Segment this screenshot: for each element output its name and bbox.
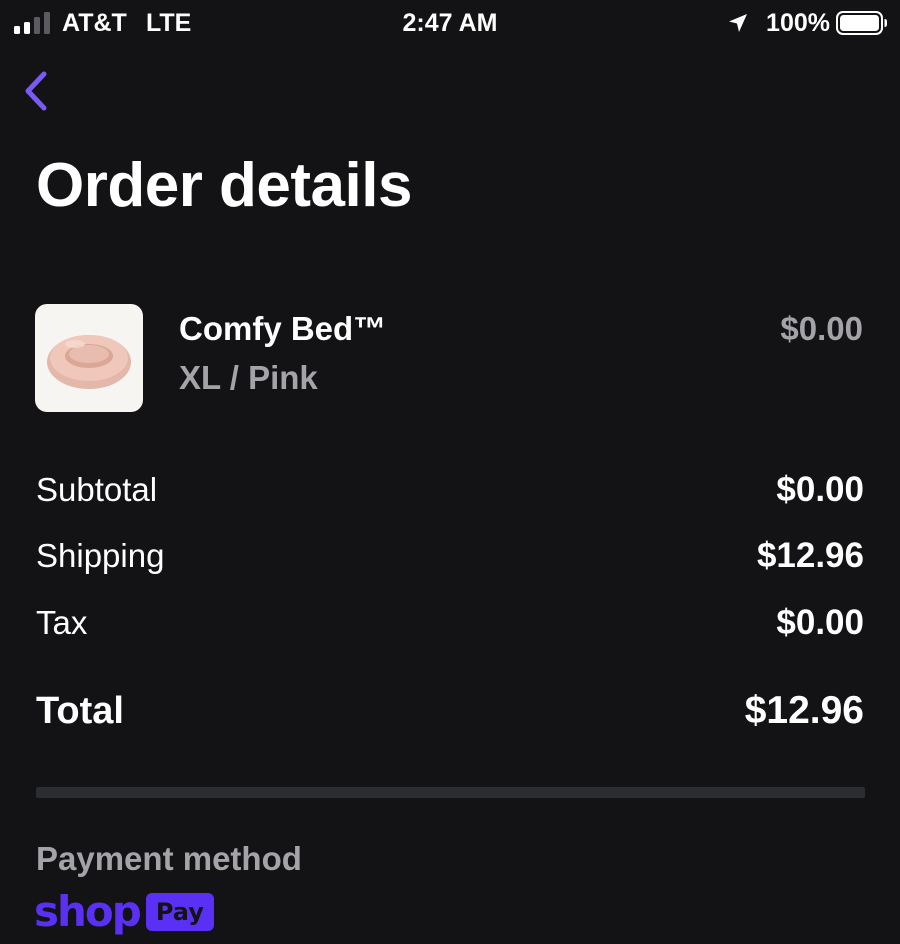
product-price: $0.00 (780, 310, 863, 347)
tax-value: $0.00 (776, 603, 864, 642)
payment-method-label: Payment method (36, 840, 302, 877)
shipping-label: Shipping (36, 537, 165, 574)
status-bar: AT&T LTE 2:47 AM 100% (0, 0, 900, 46)
total-value: $12.96 (744, 689, 864, 732)
subtotal-row: Subtotal $0.00 (36, 468, 864, 512)
pink-round-pet-bed-image (47, 335, 131, 389)
clock: 2:47 AM (402, 9, 498, 37)
total-row: Total $12.96 (36, 686, 864, 736)
shop-pay-badge: Pay (145, 893, 214, 931)
total-label: Total (36, 690, 124, 732)
subtotal-value: $0.00 (776, 470, 864, 509)
shipping-value: $12.96 (756, 536, 864, 575)
page-title: Order details (36, 151, 412, 220)
tax-row: Tax $0.00 (36, 601, 864, 645)
location-arrow-icon (729, 14, 747, 32)
product-variant: XL / Pink (179, 359, 318, 396)
product-name: Comfy Bed™ (179, 310, 387, 347)
shop-pay-logo: shop Pay (34, 890, 214, 934)
section-divider (36, 787, 865, 798)
order-details-screen: AT&T LTE 2:47 AM 100% Order details Comf… (0, 0, 900, 944)
tax-label: Tax (36, 604, 88, 641)
battery-icon (836, 11, 887, 35)
product-image (35, 304, 143, 412)
back-button[interactable] (14, 66, 58, 118)
chevron-left-icon (25, 71, 47, 111)
battery-percentage: 100% (766, 9, 830, 37)
shop-pay-wordmark: shop (34, 887, 142, 936)
subtotal-label: Subtotal (36, 471, 158, 508)
shipping-row: Shipping $12.96 (36, 534, 864, 578)
